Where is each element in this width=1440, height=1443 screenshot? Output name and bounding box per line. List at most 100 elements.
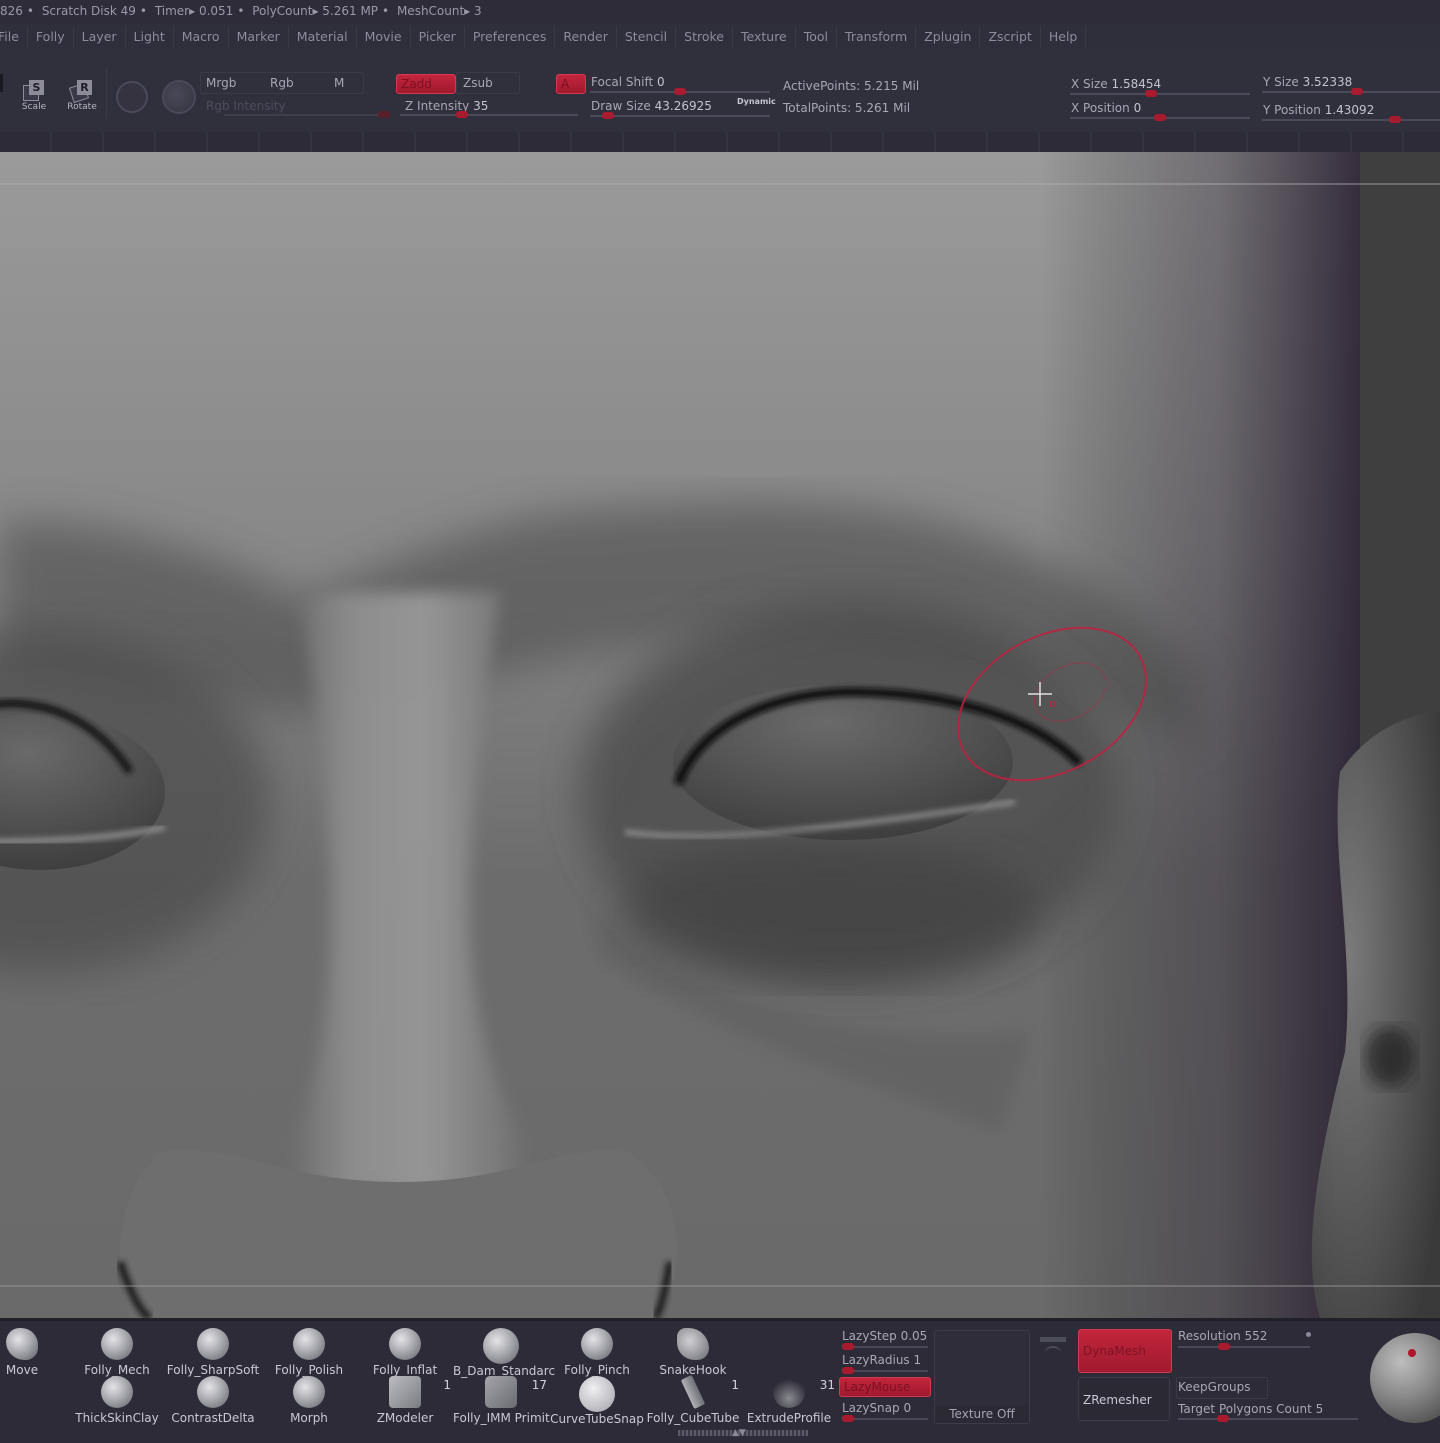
menu-macro[interactable]: Macro	[174, 26, 229, 48]
brush-folly-inflat[interactable]: Folly_Inflat	[357, 1328, 453, 1377]
menu-stencil[interactable]: Stencil	[617, 26, 677, 48]
z-intensity-slider[interactable]	[400, 111, 578, 118]
texture-slot[interactable]: Texture Off	[934, 1330, 1030, 1424]
x-size-slider[interactable]	[1070, 90, 1250, 97]
slider-knob[interactable]	[378, 111, 390, 118]
menu-zplugin[interactable]: Zplugin	[916, 26, 981, 48]
rgb-button[interactable]: Rgb	[270, 76, 294, 90]
z-intensity-value: 35	[473, 99, 489, 113]
dynamesh-button[interactable]: DynaMesh	[1078, 1329, 1172, 1373]
menu-tool[interactable]: Tool	[796, 26, 838, 48]
brush-move[interactable]: Move	[0, 1328, 70, 1377]
slider-knob[interactable]	[674, 88, 686, 95]
slider-knob[interactable]	[1217, 1415, 1229, 1422]
mrgb-button[interactable]: Mrgb	[206, 76, 236, 90]
brush-snakehook[interactable]: SnakeHook	[645, 1328, 741, 1377]
z-intensity-label: Z Intensity 35	[405, 99, 488, 113]
slider-knob[interactable]	[1218, 1343, 1231, 1350]
y-position-value: 1.43092	[1324, 103, 1375, 117]
menu-stroke[interactable]: Stroke	[676, 26, 733, 48]
lazymouse-toggle[interactable]: LazyMouse	[839, 1377, 931, 1397]
lazysnap-name: LazySnap	[842, 1401, 900, 1415]
draw-size-slider[interactable]	[590, 112, 770, 119]
brush-morph[interactable]: Morph	[261, 1376, 357, 1425]
slider-knob[interactable]	[842, 1367, 854, 1374]
brush-folly-mech[interactable]: Folly_Mech	[69, 1328, 165, 1377]
brush-contrastdelta[interactable]: ContrastDelta	[165, 1376, 261, 1425]
brush-label: CurveTubeSnap	[550, 1412, 644, 1426]
a-button[interactable]: A	[556, 74, 586, 94]
slider-knob[interactable]	[1145, 90, 1157, 97]
scale-button[interactable]: S Scale	[14, 76, 54, 116]
lazystep-slider[interactable]	[842, 1343, 928, 1350]
draw-size-name: Draw Size	[591, 99, 651, 113]
brush-zmodeler[interactable]: 1 ZModeler	[357, 1376, 453, 1425]
resolution-value: 552	[1244, 1329, 1268, 1343]
brush-folly-pinch[interactable]: Folly_Pinch	[549, 1328, 645, 1377]
lazyradius-slider[interactable]	[842, 1367, 928, 1374]
menu-preferences[interactable]: Preferences	[465, 26, 556, 48]
slider-knob[interactable]	[842, 1415, 854, 1422]
target-polygons-slider[interactable]	[1178, 1415, 1358, 1422]
menu-material[interactable]: Material	[289, 26, 357, 48]
zadd-button[interactable]: Zadd	[396, 74, 456, 94]
symmetry-icon-bar	[1040, 1337, 1066, 1342]
shelf-strip	[0, 132, 1440, 154]
x-size-value: 1.58454	[1111, 77, 1162, 91]
canvas-viewport[interactable]	[0, 152, 1440, 1318]
slider-knob[interactable]	[842, 1343, 854, 1350]
menu-movie[interactable]: Movie	[357, 26, 411, 48]
menu-file[interactable]: File	[0, 26, 28, 48]
menu-layer[interactable]: Layer	[74, 26, 126, 48]
menu-folly[interactable]: Folly	[28, 26, 74, 48]
polish-brush-icon	[293, 1328, 325, 1360]
material-toggle-icon[interactable]	[116, 81, 148, 113]
symmetry-icon[interactable]	[1040, 1337, 1066, 1367]
menu-light[interactable]: Light	[126, 26, 174, 48]
brush-curvetubesnap[interactable]: CurveTubeSnap	[549, 1376, 645, 1426]
brush-folly-polish[interactable]: Folly_Polish	[261, 1328, 357, 1377]
menu-marker[interactable]: Marker	[229, 26, 289, 48]
focal-shift-value: 0	[657, 75, 665, 89]
m-button[interactable]: M	[334, 76, 344, 90]
zremesher-button[interactable]: ZRemesher	[1078, 1377, 1170, 1421]
color-toggle-icon[interactable]	[162, 80, 196, 114]
brush-folly-sharpsoft[interactable]: Folly_SharpSoft	[165, 1328, 261, 1377]
shelf-scroll-arrows-icon[interactable]: ▲▼	[732, 1428, 746, 1438]
lazysnap-value: 0	[903, 1401, 912, 1415]
brush-label: Morph	[290, 1411, 328, 1425]
menu-render[interactable]: Render	[555, 26, 617, 48]
lazysnap-slider[interactable]	[842, 1415, 928, 1422]
menu-help[interactable]: Help	[1041, 26, 1087, 48]
menu-zscript[interactable]: Zscript	[980, 26, 1041, 48]
y-position-slider[interactable]	[1262, 116, 1440, 123]
brush-extrudeprofile[interactable]: 31 ExtrudeProfile	[741, 1376, 837, 1425]
brush-label: Folly_Inflat	[372, 1363, 438, 1377]
menu-texture[interactable]: Texture	[733, 26, 796, 48]
lazyradius-name: LazyRadius	[842, 1353, 910, 1367]
y-size-slider[interactable]	[1262, 88, 1440, 95]
menu-picker[interactable]: Picker	[411, 26, 465, 48]
rgb-intensity-slider[interactable]	[224, 111, 390, 118]
brush-folly-cubetube[interactable]: 1 Folly_CubeTube	[645, 1374, 741, 1425]
brush-folly-imm-primit[interactable]: 17 Folly_IMM Primit	[453, 1376, 550, 1425]
resolution-indicator-icon	[1306, 1332, 1311, 1337]
slider-knob[interactable]	[1351, 88, 1363, 95]
resolution-slider[interactable]	[1178, 1343, 1310, 1350]
zsub-button[interactable]: Zsub	[463, 76, 493, 90]
brush-thickskinclay[interactable]: ThickSkinClay	[69, 1376, 165, 1425]
light-direction-dot[interactable]	[1408, 1349, 1416, 1357]
x-position-slider[interactable]	[1070, 114, 1250, 121]
keepgroups-toggle[interactable]: KeepGroups	[1178, 1380, 1250, 1394]
slider-knob[interactable]	[1154, 114, 1166, 121]
brush-b-dam-standard[interactable]: B_Dam_Standarc	[453, 1328, 555, 1378]
focal-shift-slider[interactable]	[590, 88, 770, 95]
sculpt-model[interactable]	[0, 152, 1440, 1318]
dynamic-toggle[interactable]: Dynamic	[737, 97, 776, 106]
slider-knob[interactable]	[602, 112, 614, 119]
slider-knob[interactable]	[456, 111, 469, 118]
slider-knob[interactable]	[1389, 116, 1401, 123]
divider	[106, 68, 107, 118]
menu-transform[interactable]: Transform	[837, 26, 917, 48]
rotate-button[interactable]: R Rotate	[62, 76, 102, 116]
